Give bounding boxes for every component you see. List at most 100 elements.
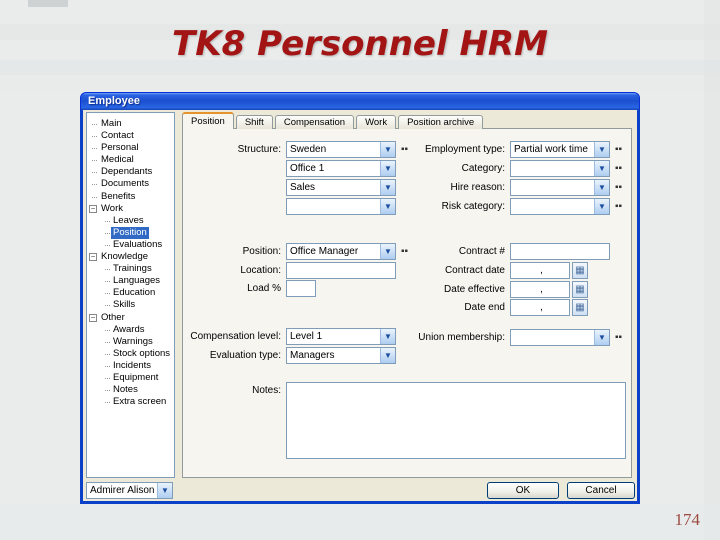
union-membership-label: Union membership: xyxy=(418,332,505,343)
structure-row-1: Structure: Sweden ▼ ▪▪ xyxy=(183,141,408,158)
tree-item-label: Languages xyxy=(113,275,161,287)
date-end-input[interactable]: , xyxy=(510,299,570,316)
date-effective-row: Date effective , ▦ xyxy=(393,281,588,298)
background-row-band xyxy=(0,74,720,90)
contract-date-input[interactable]: , xyxy=(510,262,570,279)
date-end-row: Date end , ▦ xyxy=(393,299,588,316)
structure-combo-4[interactable]: ▼ xyxy=(286,198,396,215)
edit-list-button[interactable]: ▪▪ xyxy=(615,332,622,342)
hire-reason-combo[interactable]: ▼ xyxy=(510,179,610,196)
dialog-body: Main Contact Personal Medical Dependants Docu… xyxy=(80,110,640,504)
risk-category-label: Risk category: xyxy=(441,201,505,212)
chevron-down-icon[interactable]: ▼ xyxy=(594,180,609,195)
tree-item-main[interactable]: Main xyxy=(87,118,174,130)
tree-item-extra-screen[interactable]: Extra screen xyxy=(87,396,174,408)
load-input[interactable] xyxy=(286,280,316,297)
employment-type-combo[interactable]: Partial work time ▼ xyxy=(510,141,610,158)
tab-page-position: Structure: Sweden ▼ ▪▪ Office 1 ▼ Sales … xyxy=(182,128,632,478)
tree-item-notes[interactable]: Notes xyxy=(87,384,174,396)
tree-item-warnings[interactable]: Warnings xyxy=(87,336,174,348)
collapse-icon[interactable]: − xyxy=(89,253,97,262)
calendar-icon[interactable]: ▦ xyxy=(572,262,588,279)
tree-item-evaluations[interactable]: Evaluations xyxy=(87,239,174,251)
edit-list-button[interactable]: ▪▪ xyxy=(615,163,622,173)
tree-item-languages[interactable]: Languages xyxy=(87,275,174,287)
compensation-level-combo[interactable]: Level 1 ▼ xyxy=(286,328,396,345)
category-combo[interactable]: ▼ xyxy=(510,160,610,177)
edit-list-button[interactable]: ▪▪ xyxy=(615,182,622,192)
structure-combo-3[interactable]: Sales ▼ xyxy=(286,179,396,196)
dialog-titlebar[interactable]: Employee xyxy=(80,92,640,110)
employee-selector-combo[interactable]: Admirer Alison ▼ xyxy=(86,482,173,499)
tree-item-benefits[interactable]: Benefits xyxy=(87,191,174,203)
structure-combo-1[interactable]: Sweden ▼ xyxy=(286,141,396,158)
structure-combo-2[interactable]: Office 1 ▼ xyxy=(286,160,396,177)
edit-list-button[interactable]: ▪▪ xyxy=(615,144,622,154)
tree-item-leaves[interactable]: Leaves xyxy=(87,215,174,227)
tree-item-skills[interactable]: Skills xyxy=(87,299,174,311)
tree-item-position[interactable]: Position xyxy=(87,226,174,239)
chevron-down-icon[interactable]: ▼ xyxy=(594,161,609,176)
tree-item-documents[interactable]: Documents xyxy=(87,178,174,190)
collapse-icon[interactable]: − xyxy=(89,204,97,213)
risk-category-row: Risk category: ▼ ▪▪ xyxy=(393,198,622,215)
chevron-down-icon[interactable]: ▼ xyxy=(157,483,172,498)
tree-item-trainings[interactable]: Trainings xyxy=(87,263,174,275)
edit-list-button[interactable]: ▪▪ xyxy=(615,201,622,211)
evaluation-type-row: Evaluation type: Managers ▼ xyxy=(183,347,396,364)
ok-button[interactable]: OK xyxy=(487,482,559,499)
combo-value: Sales xyxy=(290,182,316,193)
tree-item-awards[interactable]: Awards xyxy=(87,324,174,336)
calendar-icon[interactable]: ▦ xyxy=(572,299,588,316)
combo-value: Partial work time xyxy=(514,144,588,155)
location-input[interactable] xyxy=(286,262,396,279)
tree-item-label: Warnings xyxy=(113,335,153,347)
combo-value: Admirer Alison xyxy=(90,485,155,496)
contract-number-input[interactable] xyxy=(510,243,610,260)
collapse-icon[interactable]: − xyxy=(89,313,97,322)
tab-shift[interactable]: Shift xyxy=(235,115,273,129)
union-membership-combo[interactable]: ▼ xyxy=(510,329,610,346)
position-combo[interactable]: Office Manager ▼ xyxy=(286,243,396,260)
employment-type-row: Employment type: Partial work time ▼ ▪▪ xyxy=(393,141,622,158)
chevron-down-icon[interactable]: ▼ xyxy=(594,330,609,345)
chevron-down-icon[interactable]: ▼ xyxy=(594,142,609,157)
tree-item-label: Documents xyxy=(101,178,150,190)
evaluation-type-combo[interactable]: Managers ▼ xyxy=(286,347,396,364)
tree-item-knowledge[interactable]: − Knowledge xyxy=(87,251,174,263)
tree-item-contact[interactable]: Contact xyxy=(87,130,174,142)
tab-position[interactable]: Position xyxy=(182,112,234,129)
combo-value: Office Manager xyxy=(290,246,359,257)
tree-item-dependants[interactable]: Dependants xyxy=(87,166,174,178)
contract-number-row: Contract # xyxy=(393,243,610,260)
contract-number-label: Contract # xyxy=(458,246,505,257)
tree-item-label: Extra screen xyxy=(113,396,167,408)
tree-item-incidents[interactable]: Incidents xyxy=(87,360,174,372)
chevron-down-icon[interactable]: ▼ xyxy=(594,199,609,214)
tree-item-label: Knowledge xyxy=(101,251,149,263)
tree-item-label: Contact xyxy=(101,130,134,142)
tree-item-other[interactable]: − Other xyxy=(87,312,174,324)
notes-textarea[interactable] xyxy=(286,382,626,459)
tab-position-archive[interactable]: Position archive xyxy=(398,115,484,129)
date-effective-input[interactable]: , xyxy=(510,281,570,298)
tree-item-stock-options[interactable]: Stock options xyxy=(87,348,174,360)
compensation-level-label: Compensation level: xyxy=(190,331,281,342)
risk-category-combo[interactable]: ▼ xyxy=(510,198,610,215)
tree-item-work[interactable]: − Work xyxy=(87,203,174,215)
tree-item-label: Stock options xyxy=(113,347,171,359)
chevron-down-icon[interactable]: ▼ xyxy=(380,348,395,363)
tab-work[interactable]: Work xyxy=(356,115,397,129)
notes-label: Notes: xyxy=(252,385,281,396)
category-label: Category: xyxy=(461,163,505,174)
tree-item-education[interactable]: Education xyxy=(87,287,174,299)
tab-compensation[interactable]: Compensation xyxy=(274,115,355,129)
tree-item-equipment[interactable]: Equipment xyxy=(87,372,174,384)
tree-item-label: Other xyxy=(101,311,125,323)
tree-item-label: Notes xyxy=(113,384,138,396)
tree-item-medical[interactable]: Medical xyxy=(87,154,174,166)
cancel-button[interactable]: Cancel xyxy=(567,482,635,499)
background-bottom-band xyxy=(0,505,720,540)
tree-item-personal[interactable]: Personal xyxy=(87,142,174,154)
calendar-icon[interactable]: ▦ xyxy=(572,281,588,298)
